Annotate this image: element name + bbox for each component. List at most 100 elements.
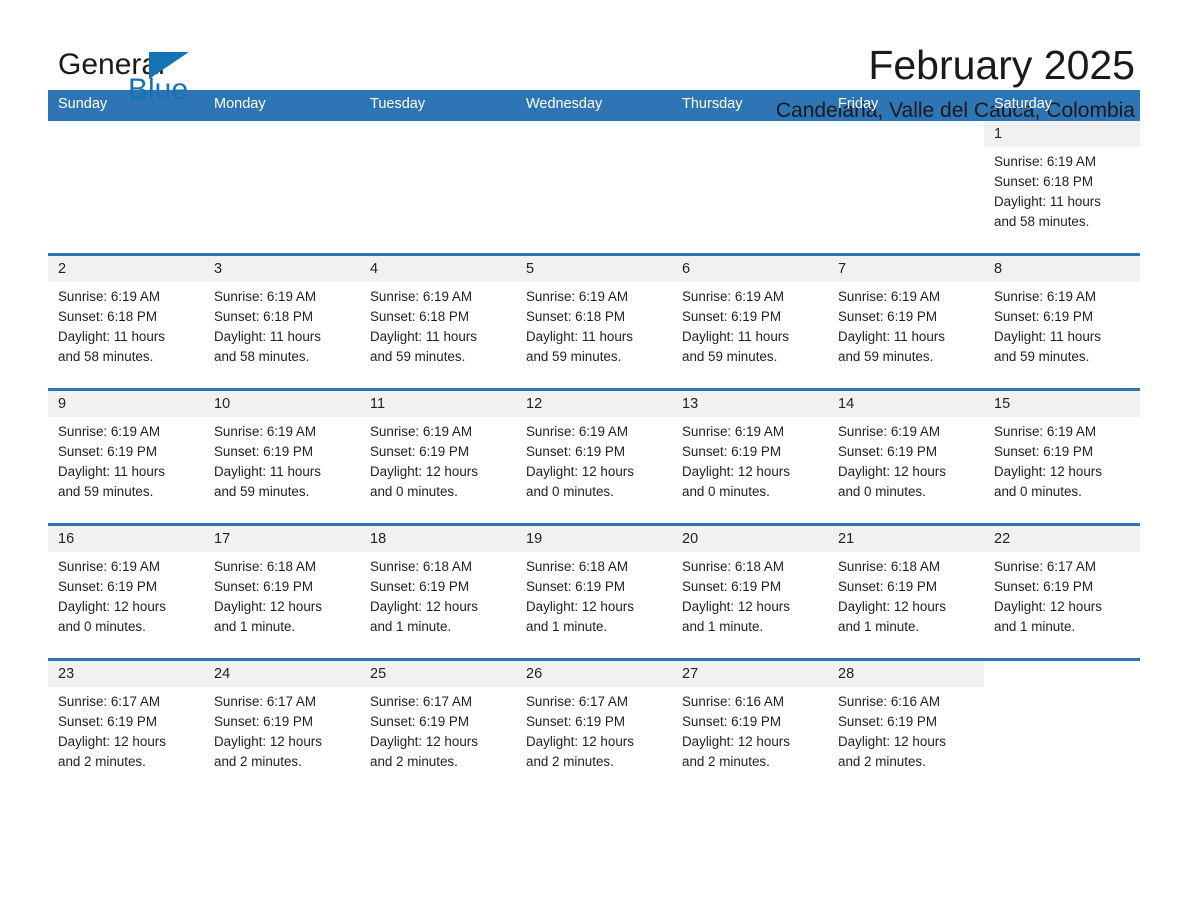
daylight-text-line2: and 0 minutes. — [994, 484, 1082, 499]
calendar-day-cell[interactable]: 2 Sunrise: 6:19 AM Sunset: 6:18 PM Daylight… — [48, 256, 204, 388]
daylight-text-line1: Daylight: 11 hours — [214, 464, 321, 479]
sunrise-text: Sunrise: 6:17 AM — [370, 694, 472, 709]
daylight-text-line1: Daylight: 11 hours — [370, 329, 477, 344]
sunset-text: Sunset: 6:19 PM — [214, 444, 313, 459]
day-details: Sunrise: 6:16 AM Sunset: 6:19 PM Daylight:… — [828, 687, 984, 772]
calendar-day-cell[interactable]: 7 Sunrise: 6:19 AM Sunset: 6:19 PM Daylight… — [828, 256, 984, 388]
day-number: 5 — [526, 261, 535, 277]
day-number-band: 11 — [360, 391, 516, 417]
calendar-day-cell[interactable]: 8 Sunrise: 6:19 AM Sunset: 6:19 PM Daylight… — [984, 256, 1140, 388]
calendar-day-cell[interactable]: 1 Sunrise: 6:19 AM Sunset: 6:18 PM Daylight… — [984, 121, 1140, 253]
sunset-text: Sunset: 6:19 PM — [526, 579, 625, 594]
page-header: General Blue February 2025 Candelaria, V… — [48, 0, 1140, 122]
day-number: 17 — [214, 531, 231, 547]
calendar-day-cell[interactable]: 14 Sunrise: 6:19 AM Sunset: 6:19 PM Dayligh… — [828, 391, 984, 523]
calendar-day-cell[interactable]: 16 Sunrise: 6:19 AM Sunset: 6:19 PM Dayligh… — [48, 526, 204, 658]
daylight-text-line1: Daylight: 11 hours — [994, 329, 1101, 344]
day-number-band: 15 — [984, 391, 1140, 417]
calendar-day-cell[interactable]: 19 Sunrise: 6:18 AM Sunset: 6:19 PM Dayligh… — [516, 526, 672, 658]
sunrise-text: Sunrise: 6:16 AM — [682, 694, 784, 709]
calendar-day-cell[interactable]: 23 Sunrise: 6:17 AM Sunset: 6:19 PM Dayligh… — [48, 661, 204, 793]
day-number-band — [360, 121, 516, 147]
weekday-header-row: Sunday Monday Tuesday Wednesday Thursday… — [48, 90, 1140, 118]
day-number-band — [204, 121, 360, 147]
day-number-band: 27 — [672, 661, 828, 687]
daylight-text-line1: Daylight: 12 hours — [526, 599, 634, 614]
calendar-day-cell[interactable]: 24 Sunrise: 6:17 AM Sunset: 6:19 PM Dayligh… — [204, 661, 360, 793]
sunset-text: Sunset: 6:19 PM — [214, 714, 313, 729]
daylight-text-line1: Daylight: 12 hours — [370, 734, 478, 749]
day-number: 22 — [994, 531, 1011, 547]
day-number-band — [48, 121, 204, 147]
sunrise-text: Sunrise: 6:18 AM — [682, 559, 784, 574]
daylight-text-line1: Daylight: 12 hours — [682, 464, 790, 479]
calendar-day-cell[interactable]: 17 Sunrise: 6:18 AM Sunset: 6:19 PM Dayligh… — [204, 526, 360, 658]
calendar-day-cell[interactable]: 9 Sunrise: 6:19 AM Sunset: 6:19 PM Daylight… — [48, 391, 204, 523]
daylight-text-line2: and 59 minutes. — [58, 484, 154, 499]
sunset-text: Sunset: 6:19 PM — [838, 444, 937, 459]
calendar-day-cell[interactable]: 26 Sunrise: 6:17 AM Sunset: 6:19 PM Dayligh… — [516, 661, 672, 793]
day-details: Sunrise: 6:19 AM Sunset: 6:19 PM Daylight:… — [672, 282, 828, 367]
calendar-day-cell[interactable]: 11 Sunrise: 6:19 AM Sunset: 6:19 PM Dayligh… — [360, 391, 516, 523]
calendar-day-cell[interactable]: 13 Sunrise: 6:19 AM Sunset: 6:19 PM Dayligh… — [672, 391, 828, 523]
day-details: Sunrise: 6:18 AM Sunset: 6:19 PM Daylight:… — [828, 552, 984, 637]
weekday-friday: Friday — [838, 96, 879, 112]
calendar-day-cell[interactable]: 28 Sunrise: 6:16 AM Sunset: 6:19 PM Dayligh… — [828, 661, 984, 793]
daylight-text-line2: and 1 minute. — [370, 619, 452, 634]
calendar-day-cell-empty — [828, 121, 984, 253]
calendar-day-cell[interactable]: 12 Sunrise: 6:19 AM Sunset: 6:19 PM Dayligh… — [516, 391, 672, 523]
day-details: Sunrise: 6:17 AM Sunset: 6:19 PM Daylight:… — [360, 687, 516, 772]
calendar-day-cell[interactable]: 18 Sunrise: 6:18 AM Sunset: 6:19 PM Dayligh… — [360, 526, 516, 658]
day-details: Sunrise: 6:18 AM Sunset: 6:19 PM Daylight:… — [672, 552, 828, 637]
calendar-day-cell[interactable]: 5 Sunrise: 6:19 AM Sunset: 6:18 PM Daylight… — [516, 256, 672, 388]
calendar-day-cell[interactable]: 6 Sunrise: 6:19 AM Sunset: 6:19 PM Daylight… — [672, 256, 828, 388]
calendar-day-cell[interactable]: 20 Sunrise: 6:18 AM Sunset: 6:19 PM Dayligh… — [672, 526, 828, 658]
day-number: 26 — [526, 666, 543, 682]
sunrise-text: Sunrise: 6:17 AM — [994, 559, 1096, 574]
sunset-text: Sunset: 6:19 PM — [370, 714, 469, 729]
day-details: Sunrise: 6:19 AM Sunset: 6:19 PM Daylight:… — [828, 417, 984, 502]
calendar-day-cell[interactable]: 21 Sunrise: 6:18 AM Sunset: 6:19 PM Dayligh… — [828, 526, 984, 658]
calendar-day-cell[interactable]: 25 Sunrise: 6:17 AM Sunset: 6:19 PM Dayligh… — [360, 661, 516, 793]
day-details: Sunrise: 6:16 AM Sunset: 6:19 PM Daylight:… — [672, 687, 828, 772]
day-number-band: 25 — [360, 661, 516, 687]
day-number-band: 23 — [48, 661, 204, 687]
calendar-day-cell[interactable]: 27 Sunrise: 6:16 AM Sunset: 6:19 PM Dayligh… — [672, 661, 828, 793]
day-number-band: 14 — [828, 391, 984, 417]
day-details: Sunrise: 6:19 AM Sunset: 6:18 PM Daylight:… — [48, 282, 204, 367]
general-blue-logo[interactable]: General Blue — [48, 44, 198, 106]
sunset-text: Sunset: 6:19 PM — [526, 444, 625, 459]
day-number-band: 12 — [516, 391, 672, 417]
calendar-day-cell[interactable]: 15 Sunrise: 6:19 AM Sunset: 6:19 PM Dayligh… — [984, 391, 1140, 523]
day-number: 2 — [58, 261, 67, 277]
daylight-text-line2: and 1 minute. — [214, 619, 296, 634]
daylight-text-line1: Daylight: 12 hours — [214, 734, 322, 749]
day-number: 16 — [58, 531, 75, 547]
calendar-day-cell[interactable]: 3 Sunrise: 6:19 AM Sunset: 6:18 PM Daylight… — [204, 256, 360, 388]
daylight-text-line2: and 58 minutes. — [214, 349, 310, 364]
daylight-text-line1: Daylight: 11 hours — [58, 329, 165, 344]
day-number-band: 13 — [672, 391, 828, 417]
calendar-day-cell-empty — [672, 121, 828, 253]
sunset-text: Sunset: 6:19 PM — [58, 714, 157, 729]
daylight-text-line1: Daylight: 12 hours — [58, 599, 166, 614]
calendar-day-cell[interactable]: 10 Sunrise: 6:19 AM Sunset: 6:19 PM Dayligh… — [204, 391, 360, 523]
day-details: Sunrise: 6:19 AM Sunset: 6:19 PM Daylight:… — [984, 417, 1140, 502]
weekday-wednesday: Wednesday — [526, 96, 603, 112]
sunset-text: Sunset: 6:19 PM — [838, 714, 937, 729]
daylight-text-line2: and 59 minutes. — [838, 349, 934, 364]
sunrise-text: Sunrise: 6:17 AM — [526, 694, 628, 709]
calendar-day-cell[interactable]: 22 Sunrise: 6:17 AM Sunset: 6:19 PM Dayligh… — [984, 526, 1140, 658]
daylight-text-line2: and 1 minute. — [526, 619, 608, 634]
daylight-text-line2: and 59 minutes. — [370, 349, 466, 364]
daylight-text-line1: Daylight: 12 hours — [994, 599, 1102, 614]
day-number-band: 4 — [360, 256, 516, 282]
calendar-weeks: 1 Sunrise: 6:19 AM Sunset: 6:18 PM Daylight… — [48, 118, 1140, 793]
day-details: Sunrise: 6:17 AM Sunset: 6:19 PM Daylight:… — [204, 687, 360, 772]
daylight-text-line1: Daylight: 12 hours — [682, 599, 790, 614]
calendar-day-cell[interactable]: 4 Sunrise: 6:19 AM Sunset: 6:18 PM Daylight… — [360, 256, 516, 388]
day-details: Sunrise: 6:19 AM Sunset: 6:19 PM Daylight:… — [204, 417, 360, 502]
sunset-text: Sunset: 6:19 PM — [214, 579, 313, 594]
day-details: Sunrise: 6:19 AM Sunset: 6:19 PM Daylight:… — [672, 417, 828, 502]
day-number: 13 — [682, 396, 699, 412]
